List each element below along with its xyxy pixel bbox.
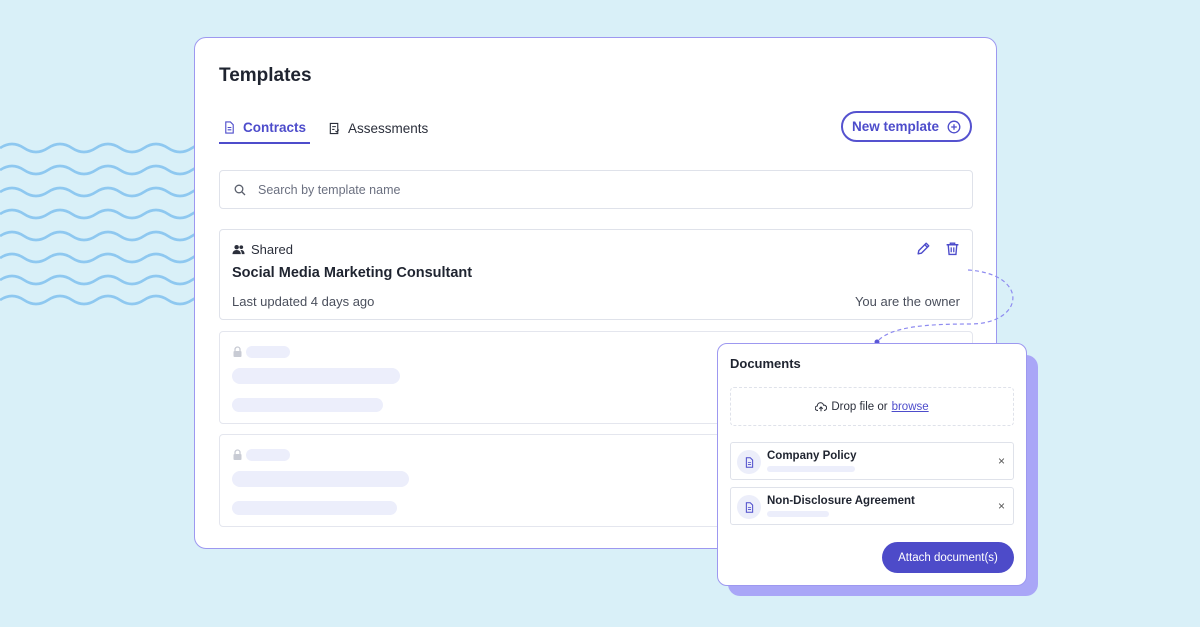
- search-box: [219, 170, 973, 209]
- template-name: Social Media Marketing Consultant: [232, 265, 473, 281]
- template-tabs: Contracts Assessments: [219, 120, 432, 144]
- plus-circle-icon: [947, 120, 961, 133]
- page-title: Templates: [219, 65, 312, 86]
- tab-contracts[interactable]: Contracts: [219, 120, 311, 144]
- dashed-connector: [874, 269, 1014, 345]
- drop-text: Drop file or: [831, 400, 888, 413]
- trash-icon: [946, 242, 959, 256]
- lock-icon: [233, 449, 242, 460]
- skeleton-bar: [246, 449, 290, 461]
- search-input[interactable]: [256, 181, 860, 198]
- skeleton-bar: [232, 368, 400, 384]
- document-icon-badge: [737, 495, 761, 519]
- document-icon: [745, 456, 753, 468]
- tab-label: Contracts: [243, 120, 307, 135]
- documents-panel: Documents Drop file or browse Company Po…: [717, 343, 1027, 586]
- visibility-label: Shared: [251, 242, 293, 257]
- document-row: Company Policy ×: [730, 442, 1014, 480]
- browse-link[interactable]: browse: [892, 401, 929, 413]
- file-dropzone[interactable]: Drop file or browse: [730, 387, 1014, 426]
- tab-assessments[interactable]: Assessments: [324, 120, 432, 144]
- attach-documents-button[interactable]: Attach document(s): [882, 542, 1014, 573]
- last-updated: Last updated 4 days ago: [232, 294, 375, 309]
- skeleton-bar: [767, 511, 829, 517]
- item-actions: [916, 241, 960, 256]
- new-template-label: New template: [851, 119, 940, 134]
- documents-title: Documents: [730, 356, 801, 371]
- new-template-button[interactable]: New template: [841, 111, 972, 142]
- remove-document-button[interactable]: ×: [998, 454, 1005, 468]
- edit-button[interactable]: [916, 241, 931, 256]
- skeleton-bar: [767, 466, 855, 472]
- document-row: Non-Disclosure Agreement ×: [730, 487, 1014, 525]
- upload-cloud-icon: [815, 401, 828, 411]
- document-name: Non-Disclosure Agreement: [767, 495, 915, 507]
- delete-button[interactable]: [945, 241, 960, 256]
- tab-label: Assessments: [348, 121, 429, 136]
- users-icon: [232, 244, 245, 255]
- checklist-icon: [329, 122, 340, 135]
- document-name: Company Policy: [767, 450, 857, 462]
- shared-badge: Shared: [232, 242, 293, 257]
- skeleton-bar: [232, 501, 397, 515]
- document-icon: [745, 501, 753, 513]
- document-icon: [225, 121, 234, 134]
- skeleton-bar: [232, 398, 383, 412]
- skeleton-bar: [246, 346, 290, 358]
- lock-icon: [233, 346, 242, 357]
- document-icon-badge: [737, 450, 761, 474]
- remove-document-button[interactable]: ×: [998, 499, 1005, 513]
- skeleton-bar: [232, 471, 409, 487]
- decorative-waves: [0, 142, 200, 306]
- search-icon: [234, 184, 246, 195]
- pencil-icon: [917, 242, 930, 255]
